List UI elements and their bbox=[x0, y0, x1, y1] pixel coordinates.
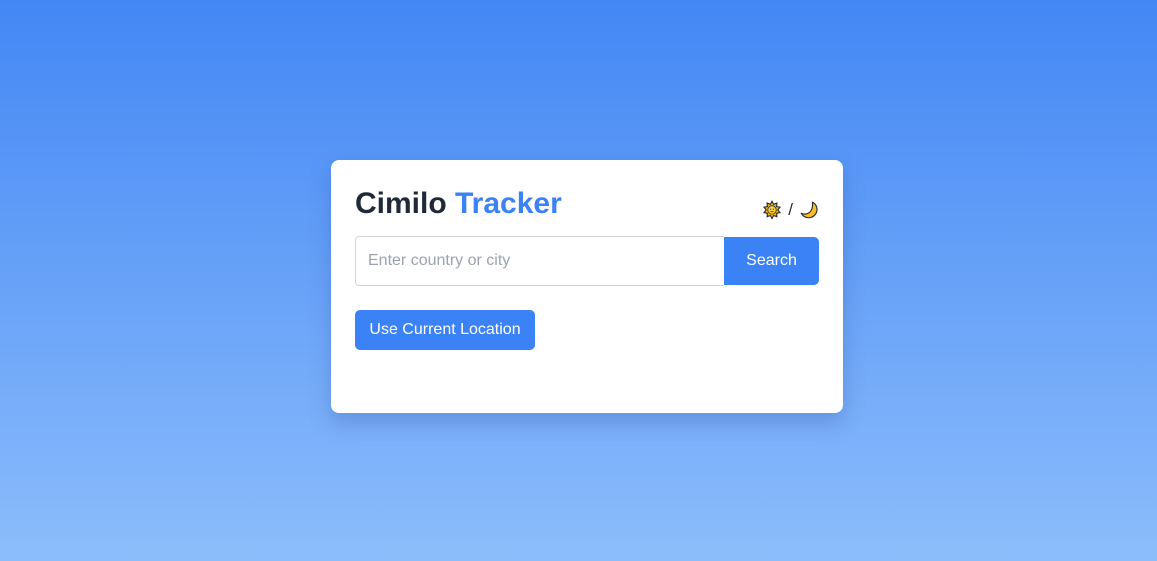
moon-icon[interactable] bbox=[799, 200, 819, 220]
search-input[interactable] bbox=[355, 236, 724, 286]
weather-card: Cimilo Tracker / Search Use Current Loca… bbox=[331, 160, 843, 413]
app-title-primary: Cimilo bbox=[355, 187, 447, 220]
theme-toggle[interactable]: / bbox=[762, 200, 819, 220]
theme-separator: / bbox=[788, 200, 793, 219]
search-button[interactable]: Search bbox=[724, 237, 819, 285]
sun-icon[interactable] bbox=[762, 200, 782, 220]
app-title: Cimilo Tracker bbox=[355, 186, 562, 222]
app-title-accent: Tracker bbox=[455, 187, 562, 220]
search-bar: Search bbox=[355, 236, 819, 286]
use-current-location-button[interactable]: Use Current Location bbox=[355, 310, 535, 350]
